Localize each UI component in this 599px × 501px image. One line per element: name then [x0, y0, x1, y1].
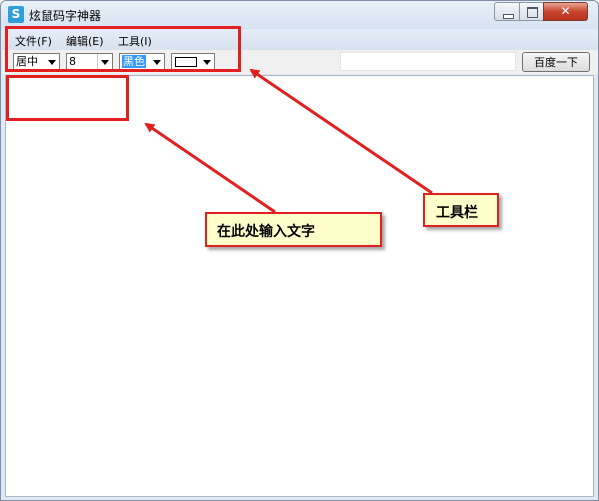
arrow-to-toolbar	[249, 68, 433, 195]
arrow-to-input-area	[144, 122, 276, 214]
toolbar-callout: 工具栏	[423, 193, 499, 227]
annotation-arrows	[144, 68, 433, 214]
input-area-callout: 在此处输入文字	[205, 212, 382, 247]
